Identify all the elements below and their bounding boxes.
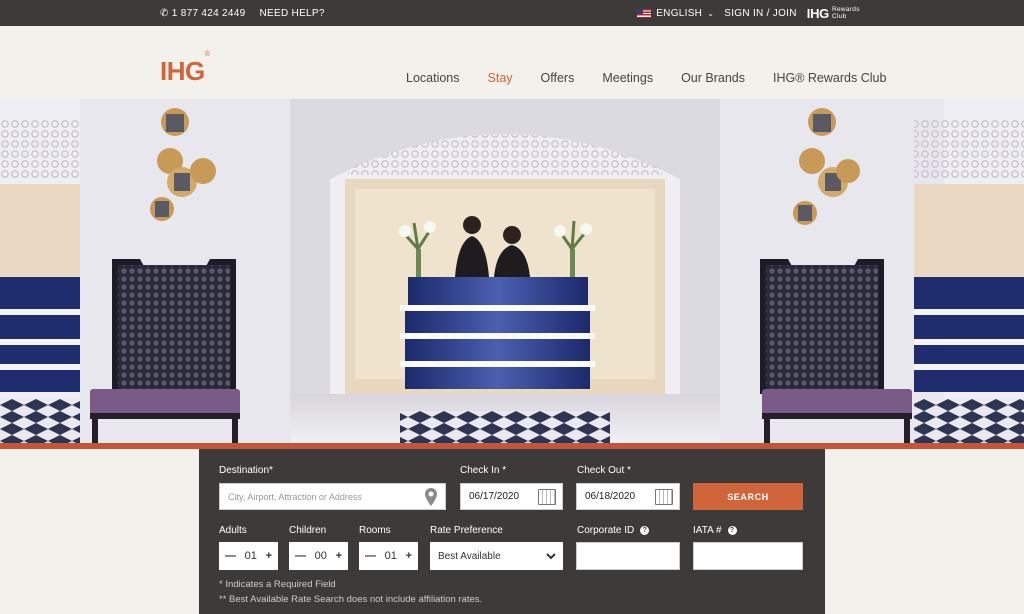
destination-label: Destination* [219, 465, 273, 476]
help-icon[interactable]: ? [727, 525, 737, 535]
rooms-value: 01 [384, 550, 397, 562]
logo-text: IHG [160, 56, 205, 86]
adults-stepper: — 01 + [219, 542, 278, 570]
checkout-date-field[interactable]: 06/18/2020 [576, 483, 680, 510]
chevron-down-icon [546, 553, 556, 560]
main-nav: Locations Stay Offers Meetings Our Brand… [406, 71, 886, 85]
adults-value: 01 [244, 550, 257, 562]
plus-icon[interactable]: + [406, 550, 412, 562]
rewards-club-text: Rewards Club [832, 6, 860, 20]
language-label: ENGLISH [656, 7, 703, 19]
calendar-icon[interactable] [655, 489, 673, 505]
hotel-search-panel: Destination* City, Airport, Attraction o… [199, 449, 825, 614]
adults-label: Adults [219, 525, 247, 536]
registered-mark-icon: ® [204, 51, 210, 59]
sign-in-link[interactable]: SIGN IN / JOIN [724, 8, 797, 19]
checkin-label: Check In * [460, 465, 507, 476]
rooms-label: Rooms [359, 525, 391, 536]
chevron-down-icon: ⌄ [707, 8, 715, 18]
top-bar: ✆ 1 877 424 2449 NEED HELP? ENGLISH ⌄ SI… [0, 0, 1024, 26]
checkout-value: 06/18/2020 [585, 491, 636, 502]
rate-preference-value: Best Available [438, 550, 501, 562]
corporate-id-text: Corporate ID [577, 525, 635, 536]
nav-our-brands[interactable]: Our Brands [681, 71, 745, 85]
minus-icon[interactable]: — [225, 550, 236, 562]
phone-link[interactable]: ✆ 1 877 424 2449 [160, 8, 246, 19]
ihg-mini-logo: IHG [806, 5, 830, 21]
nav-rewards-club[interactable]: IHG® Rewards Club [773, 71, 886, 85]
destination-placeholder: City, Airport, Attraction or Address [228, 491, 362, 502]
checkout-label: Check Out * [577, 465, 631, 476]
rooms-stepper: — 01 + [359, 542, 418, 570]
phone-number: 1 877 424 2449 [171, 7, 246, 19]
us-flag-icon [637, 8, 652, 18]
language-selector[interactable]: ENGLISH ⌄ [637, 8, 714, 19]
hotel-lobby-illustration [0, 99, 1024, 444]
hero-image [0, 99, 1024, 444]
corporate-id-input[interactable] [576, 542, 680, 570]
rate-disclaimer-note: ** Best Available Rate Search does not i… [219, 594, 483, 605]
nav-offers[interactable]: Offers [541, 71, 575, 85]
search-button[interactable]: SEARCH [693, 483, 803, 510]
help-icon[interactable]: ? [640, 525, 650, 535]
plus-icon[interactable]: + [266, 550, 272, 562]
rewards-club-logo[interactable]: IHG Rewards Club [807, 6, 864, 21]
minus-icon[interactable]: — [295, 550, 306, 562]
iata-label: IATA #? [693, 525, 737, 536]
rate-preference-label: Rate Preference [430, 525, 503, 536]
iata-text: IATA # [693, 525, 722, 536]
minus-icon[interactable]: — [365, 550, 376, 562]
help-link[interactable]: NEED HELP? [260, 8, 325, 19]
checkin-date-field[interactable]: 06/17/2020 [460, 483, 563, 510]
children-stepper: — 00 + [289, 542, 348, 570]
children-value: 00 [314, 550, 327, 562]
top-bar-right: ENGLISH ⌄ SIGN IN / JOIN IHG Rewards Clu… [637, 0, 864, 26]
site-header: IHG® Locations Stay Offers Meetings Our … [0, 26, 1024, 99]
phone-icon: ✆ [160, 7, 169, 19]
map-pin-icon [425, 488, 437, 506]
top-bar-left: ✆ 1 877 424 2449 NEED HELP? [160, 0, 325, 26]
nav-meetings[interactable]: Meetings [602, 71, 653, 85]
plus-icon[interactable]: + [336, 550, 342, 562]
corporate-id-label: Corporate ID? [577, 525, 650, 536]
required-field-note: * Indicates a Required Field [219, 579, 336, 590]
children-label: Children [289, 525, 327, 536]
ihg-logo[interactable]: IHG® [160, 51, 210, 87]
nav-locations[interactable]: Locations [406, 71, 460, 85]
iata-input[interactable] [693, 542, 803, 570]
destination-input[interactable]: City, Airport, Attraction or Address [219, 483, 446, 510]
calendar-icon[interactable] [538, 489, 556, 505]
checkin-value: 06/17/2020 [469, 491, 520, 502]
nav-stay[interactable]: Stay [488, 71, 513, 85]
rate-preference-select[interactable]: Best Available [430, 542, 563, 570]
